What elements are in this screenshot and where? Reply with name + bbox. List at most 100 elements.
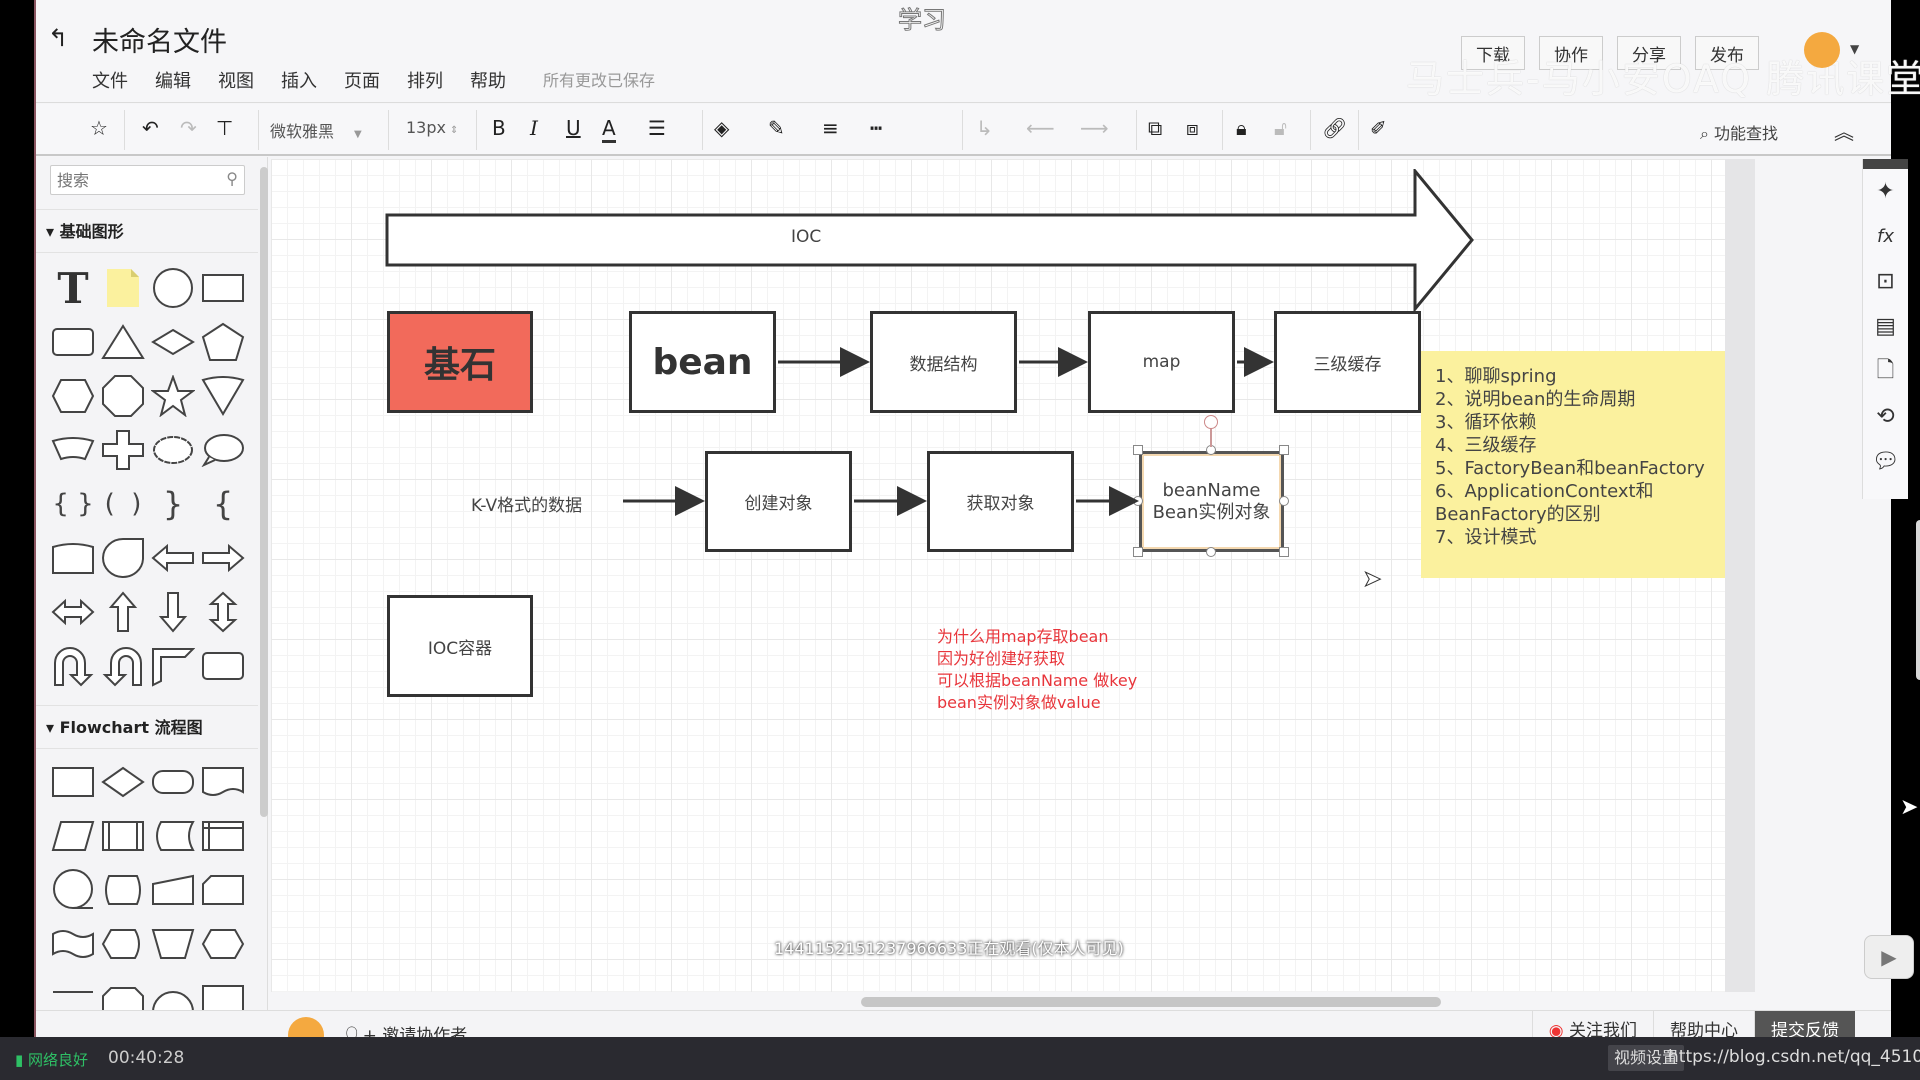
stored-data-shape[interactable] [148, 809, 198, 863]
play-button[interactable]: ▶ [1864, 935, 1914, 979]
redo-icon[interactable]: ↷ [180, 116, 197, 140]
menu-insert[interactable]: 插入 [281, 67, 317, 93]
section-basic-shapes[interactable]: ▾ 基础图形 [36, 209, 258, 253]
font-family-select[interactable]: 微软雅黑 ▼ [270, 118, 362, 142]
rounded-rect-small-shape[interactable] [198, 639, 248, 693]
line-color-icon[interactable]: ✎ [768, 116, 785, 140]
teardrop-shape[interactable] [98, 531, 148, 585]
predefined-process-shape[interactable] [98, 809, 148, 863]
braces-shape[interactable]: { } [48, 477, 98, 531]
cross-shape[interactable] [98, 423, 148, 477]
arrow-vertical-double-shape[interactable] [198, 585, 248, 639]
navigator-compass-icon[interactable]: ✦ [1863, 169, 1908, 214]
arrow-down-shape[interactable] [148, 585, 198, 639]
manual-operation-shape[interactable] [148, 917, 198, 971]
link-icon[interactable]: 🔗︎ [1322, 116, 1347, 140]
paint-roller-icon[interactable]: ⊤ [216, 116, 233, 140]
back-icon[interactable]: ↰ [48, 24, 68, 52]
pentagon-shape[interactable] [198, 315, 248, 369]
inverted-triangle-shape[interactable] [198, 369, 248, 423]
send-to-back-icon[interactable]: ⧈ [1186, 116, 1199, 140]
follow-us-button[interactable]: ◉ 关注我们 [1531, 1011, 1653, 1037]
triangle-shape[interactable] [98, 315, 148, 369]
format-painter-star-icon[interactable]: ☆ [90, 116, 108, 140]
bring-to-front-icon[interactable]: ⧉ [1148, 116, 1162, 140]
kv-data-label[interactable]: K-V格式的数据 [471, 491, 582, 516]
comment-icon[interactable]: 💬︎ [1863, 439, 1908, 484]
circle-shape[interactable] [148, 261, 198, 315]
start-arrow-icon[interactable]: ⟵ [1026, 116, 1055, 140]
star-shape[interactable] [148, 369, 198, 423]
lock-icon[interactable]: 🔒︎ [1236, 116, 1247, 140]
manual-input-shape[interactable] [148, 863, 198, 917]
left-brace-shape[interactable]: { [198, 477, 248, 531]
display-shape[interactable] [98, 917, 148, 971]
sidebar-scrollbar[interactable] [260, 167, 268, 817]
shape-search-input[interactable] [51, 166, 211, 194]
u-turn-arrow-left-shape[interactable] [98, 639, 148, 693]
font-size-stepper[interactable]: 13px ⇕ [406, 118, 458, 137]
chevron-down-icon[interactable]: ▼ [1850, 42, 1859, 56]
italic-button[interactable]: I [530, 116, 538, 140]
menu-file[interactable]: 文件 [92, 67, 128, 93]
feedback-button[interactable]: 提交反馈 [1754, 1011, 1855, 1037]
trapezoid-curved-shape[interactable] [48, 423, 98, 477]
callout-shape[interactable] [198, 423, 248, 477]
magic-wand-icon[interactable]: ✐ [1370, 116, 1387, 140]
menu-edit[interactable]: 编辑 [155, 67, 191, 93]
connector-icon[interactable]: ↳ [976, 116, 993, 140]
red-annotation-text[interactable]: 为什么用map存取bean 因为好创建好获取 可以根据beanName 做key… [937, 626, 1137, 714]
arrow-double-shape[interactable] [48, 585, 98, 639]
cloud-shape[interactable] [148, 423, 198, 477]
unlock-icon[interactable]: 🔓︎ [1274, 116, 1287, 140]
diamond-shape[interactable] [148, 315, 198, 369]
hexagon-shape[interactable] [48, 369, 98, 423]
terminator-shape[interactable] [148, 755, 198, 809]
undo-icon[interactable]: ↶ [142, 116, 159, 140]
user-avatar[interactable] [1804, 32, 1840, 68]
direct-data-shape[interactable] [98, 863, 148, 917]
invite-collaborator-button[interactable]: 👤︎+ 邀请协作者 [341, 1021, 467, 1037]
fill-color-icon[interactable]: ◈ [714, 116, 729, 140]
corner-shape[interactable] [148, 639, 198, 693]
sticky-note[interactable]: 1、聊聊spring 2、说明bean的生命周期 3、循环依赖 4、三级缓存 5… [1421, 351, 1725, 578]
right-brace-shape[interactable]: } [148, 477, 198, 531]
collapse-toolbar-icon[interactable]: ︽ [1834, 116, 1854, 145]
arrow-up-shape[interactable] [98, 585, 148, 639]
history-icon[interactable]: ⟲ [1863, 394, 1908, 439]
menu-arrange[interactable]: 排列 [407, 67, 443, 93]
line-style-icon[interactable]: ┅ [870, 116, 882, 140]
data-shape[interactable] [48, 809, 98, 863]
arrow-left-shape[interactable] [148, 531, 198, 585]
formula-icon[interactable]: fx [1863, 214, 1908, 259]
u-turn-arrow-shape[interactable] [48, 639, 98, 693]
menu-view[interactable]: 视图 [218, 67, 254, 93]
rectangle-shape[interactable] [198, 261, 248, 315]
menu-help[interactable]: 帮助 [470, 67, 506, 93]
internal-storage-shape[interactable] [198, 809, 248, 863]
menu-page[interactable]: 页面 [344, 67, 380, 93]
brackets-shape[interactable]: ( ) [98, 477, 148, 531]
search-icon[interactable]: ⚲ [226, 169, 238, 188]
document-title[interactable]: 未命名文件 [92, 20, 227, 59]
tab-shape[interactable] [48, 531, 98, 585]
document-shape[interactable] [198, 755, 248, 809]
page-size-icon[interactable]: ⊡ [1863, 259, 1908, 304]
card-shape[interactable] [198, 863, 248, 917]
octagon-shape[interactable] [98, 369, 148, 423]
end-arrow-icon[interactable]: ⟶ [1080, 116, 1109, 140]
vertical-scrollbar[interactable] [1916, 520, 1920, 680]
section-flowchart[interactable]: ▾ Flowchart 流程图 [36, 705, 258, 749]
text-shape[interactable]: T [48, 261, 98, 315]
decision-shape[interactable] [98, 755, 148, 809]
font-color-button[interactable]: A [602, 116, 616, 143]
underline-button[interactable]: U [566, 116, 581, 140]
align-icon[interactable]: ☰ [648, 116, 666, 140]
bold-button[interactable]: B [492, 116, 506, 140]
preparation-shape[interactable] [198, 917, 248, 971]
sequential-data-shape[interactable] [48, 863, 98, 917]
paper-tape-shape[interactable] [48, 917, 98, 971]
rounded-rectangle-shape[interactable] [48, 315, 98, 369]
function-search[interactable]: ⌕ 功能查找 [1700, 120, 1778, 144]
process-shape[interactable] [48, 755, 98, 809]
